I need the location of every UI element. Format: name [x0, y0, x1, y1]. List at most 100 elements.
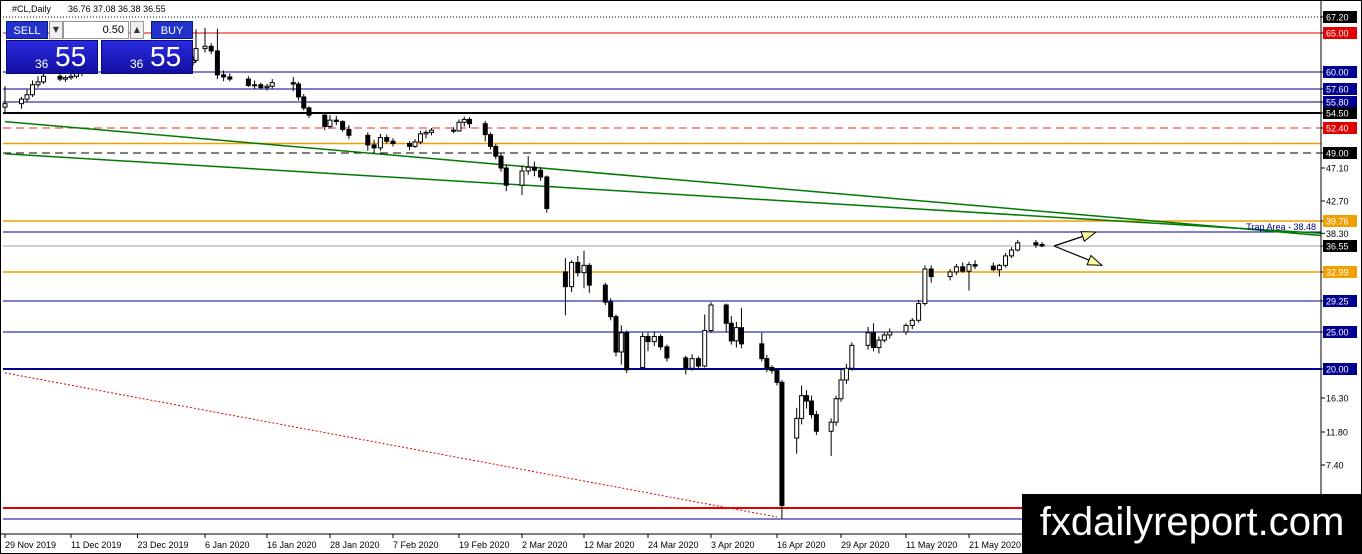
- candle-body: [1033, 242, 1039, 246]
- candle-body: [843, 367, 849, 381]
- price-label: 60.00: [1326, 68, 1349, 78]
- candle-body: [327, 119, 333, 128]
- lot-increase-icon[interactable]: ▲: [130, 21, 144, 39]
- watermark-logo: fxdailyreport.com: [1022, 494, 1362, 554]
- candle-body: [488, 134, 493, 147]
- candle-body: [569, 261, 575, 288]
- candle-body: [412, 141, 418, 147]
- candle-body: [738, 327, 744, 345]
- price-label: 7.40: [1326, 461, 1344, 471]
- chart-frame: [0, 0, 1362, 554]
- candle-body: [586, 264, 592, 286]
- candle-body: [581, 264, 587, 274]
- candle-body: [764, 358, 770, 369]
- symbol-label: #CL,Daily: [12, 4, 52, 14]
- date-label: 24 Mar 2020: [648, 540, 699, 550]
- candle-body: [702, 330, 708, 367]
- candle-body: [252, 84, 258, 87]
- candle-body: [947, 271, 953, 278]
- candle-body: [881, 334, 887, 341]
- date-label: 11 May 2020: [906, 540, 957, 550]
- candle-body: [41, 75, 46, 83]
- candle-body: [418, 133, 423, 143]
- candle-body: [290, 82, 296, 85]
- price-label: 25.00: [1326, 328, 1349, 338]
- candle-body: [269, 82, 275, 87]
- date-label: 6 Jan 2020: [205, 540, 250, 550]
- candle-body: [808, 400, 814, 416]
- candle-body: [613, 316, 619, 353]
- date-label: 28 Jan 2020: [330, 540, 380, 550]
- buy-price-big: 55: [150, 41, 182, 72]
- lot-decrease-icon[interactable]: ▼: [49, 21, 63, 39]
- candle-body: [2, 103, 8, 108]
- candle-body: [651, 335, 657, 343]
- candle-body: [333, 119, 339, 123]
- candle-body: [498, 155, 504, 169]
- arrow-up-icon: [1080, 231, 1098, 243]
- buy-button[interactable]: BUY: [151, 21, 193, 39]
- candle-body: [24, 94, 30, 100]
- candle-body: [525, 166, 531, 172]
- date-label: 7 Feb 2020: [393, 540, 439, 550]
- candle-body: [960, 266, 966, 272]
- candle-body: [208, 45, 214, 52]
- candle-body: [658, 335, 664, 348]
- candle-body: [804, 395, 810, 402]
- candle-body: [916, 303, 922, 321]
- trendlines: [4, 120, 1322, 518]
- candle-body: [544, 176, 550, 209]
- candle-body: [221, 74, 227, 78]
- candle-body: [35, 81, 41, 86]
- moving-average-line: [4, 372, 778, 518]
- candle-body: [407, 142, 412, 147]
- candle-body: [774, 370, 780, 383]
- candle-body: [996, 264, 1002, 271]
- date-label: 21 May 2020: [969, 540, 1021, 550]
- sell-price-box[interactable]: 36 55: [6, 40, 98, 74]
- price-label: 54.50: [1326, 109, 1349, 119]
- arrow-down-icon: [1086, 254, 1104, 266]
- candle-body: [838, 379, 844, 400]
- candle-body: [562, 271, 568, 288]
- candle-body: [909, 319, 915, 326]
- candle-body: [296, 83, 301, 98]
- trap-area-label: Trap Area - 38.48: [1246, 222, 1316, 232]
- candle-body: [769, 367, 775, 372]
- buy-price-box[interactable]: 36 55: [101, 40, 193, 74]
- date-label: 3 Apr 2020: [711, 540, 755, 550]
- candle-body: [429, 129, 434, 133]
- date-label: 11 Dec 2019: [71, 540, 121, 550]
- candle-body: [227, 76, 233, 80]
- candle-body: [467, 118, 472, 125]
- buy-price-small: 36: [130, 57, 144, 71]
- candle-body: [538, 169, 544, 178]
- candle-body: [922, 268, 928, 305]
- lot-size-input[interactable]: 0.50: [63, 21, 129, 39]
- candle-body: [258, 84, 264, 89]
- candle-body: [482, 123, 488, 136]
- candle-body: [493, 145, 499, 157]
- candle-body: [423, 131, 429, 135]
- candle-body: [30, 84, 35, 96]
- projection-arrows: [1053, 231, 1104, 266]
- price-label: 49.00: [1326, 149, 1349, 159]
- candle-body: [972, 264, 978, 267]
- date-label: 2 Mar 2020: [522, 540, 568, 550]
- candle-body: [301, 96, 307, 109]
- candle-body: [618, 332, 624, 353]
- sell-button[interactable]: SELL: [6, 21, 48, 39]
- candle-body: [575, 261, 581, 274]
- date-label: 16 Jan 2020: [267, 540, 317, 550]
- candle-body: [390, 140, 396, 144]
- date-label: 29 Nov 2019: [5, 540, 56, 550]
- sell-price-big: 55: [55, 41, 87, 72]
- candle-body: [953, 266, 959, 273]
- price-label: 57.60: [1326, 85, 1349, 95]
- candle-body: [451, 129, 456, 132]
- price-label: 20.00: [1326, 365, 1349, 375]
- price-label: 38.30: [1326, 229, 1349, 239]
- candle-body: [456, 121, 462, 132]
- price-chart[interactable]: 67.20 65.00 60.00 57.60 55.8054.50 52.40 49.00…: [0, 0, 1362, 554]
- candle-body: [19, 98, 24, 105]
